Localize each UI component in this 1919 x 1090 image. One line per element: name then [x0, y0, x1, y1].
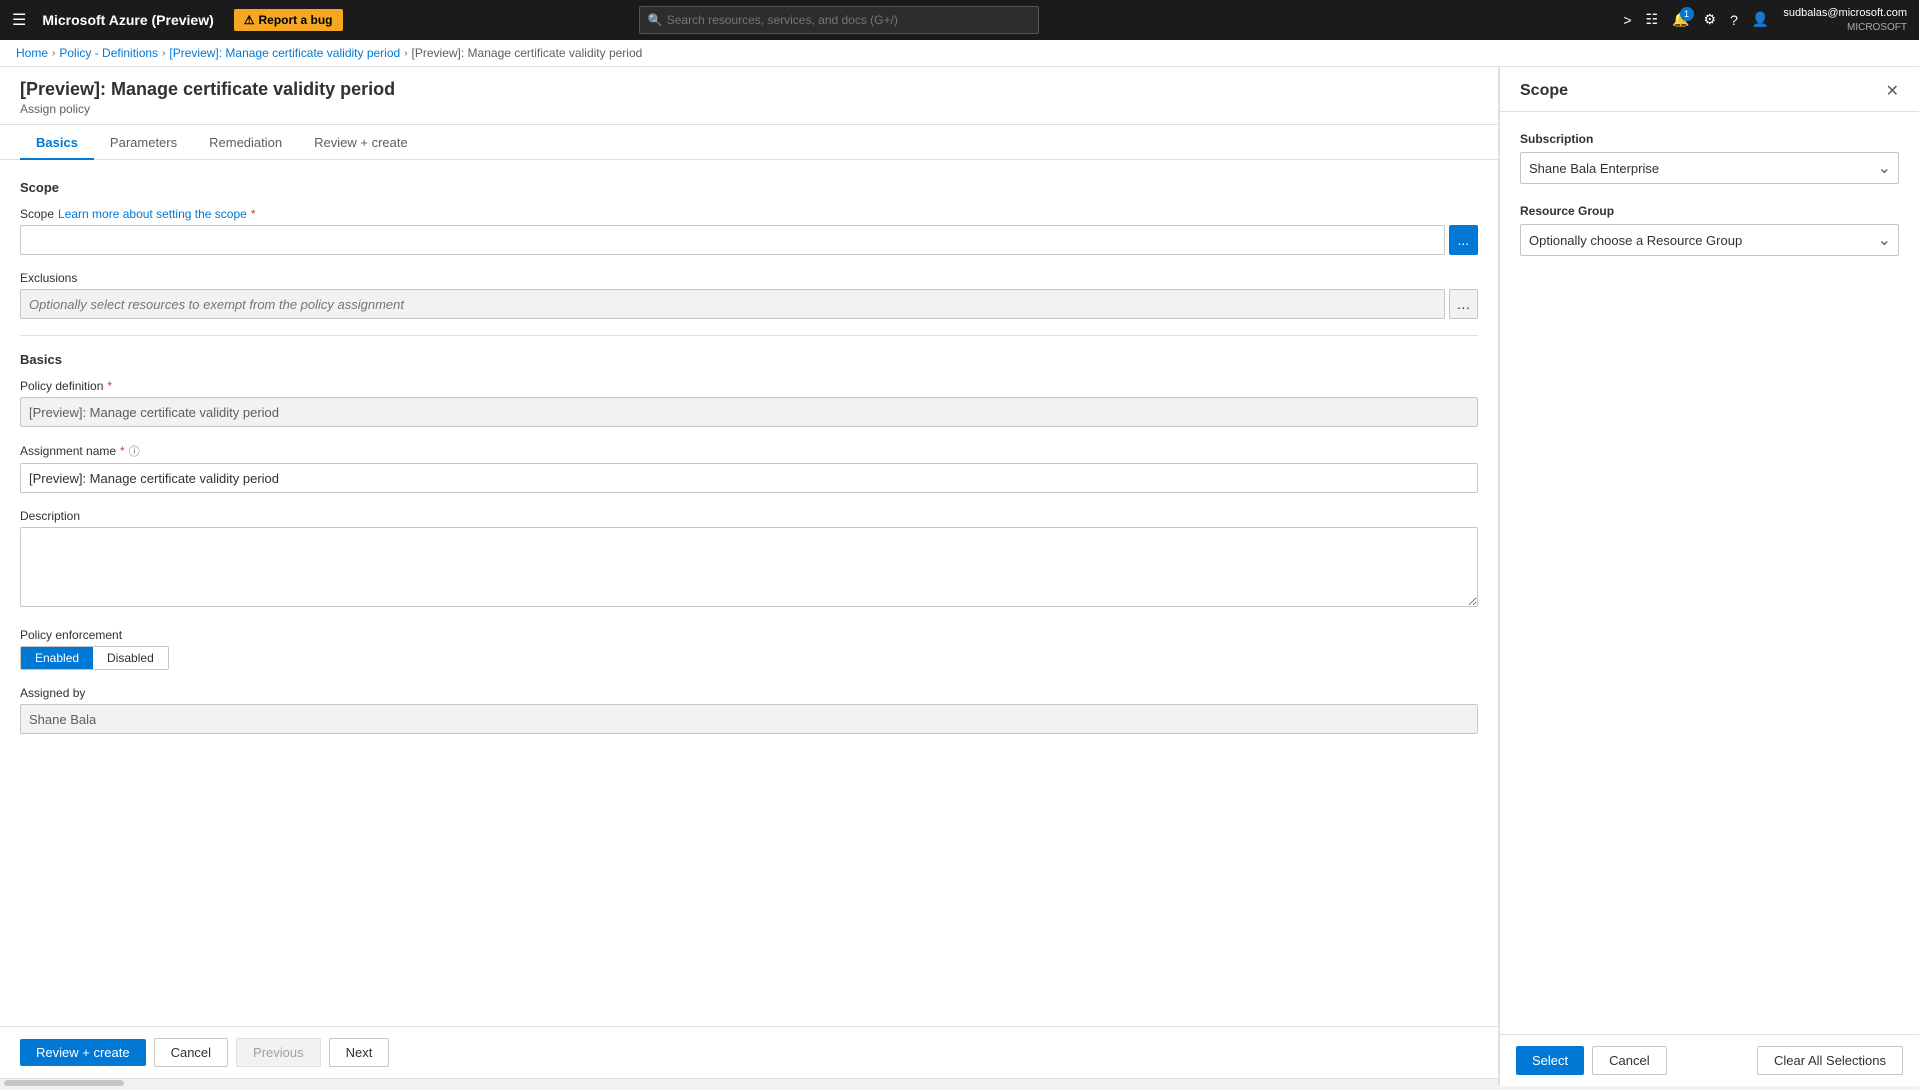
brand-name: Microsoft Azure (Preview) — [42, 12, 213, 28]
scope-form: Subscription Shane Bala Enterprise ⌄ Res… — [1500, 112, 1919, 1034]
left-panel: [Preview]: Manage certificate validity p… — [0, 67, 1499, 1086]
search-input[interactable] — [667, 13, 1030, 27]
breadcrumb-policy-definitions[interactable]: Policy - Definitions — [59, 46, 158, 60]
resource-group-select-wrapper: Optionally choose a Resource Group ⌄ — [1520, 224, 1899, 256]
settings-icon[interactable]: ⚙ — [1704, 11, 1717, 28]
scope-field-group: Scope Learn more about setting the scope… — [20, 207, 1478, 255]
user-company: MICROSOFT — [1783, 21, 1907, 34]
scope-select-button[interactable]: Select — [1516, 1046, 1584, 1075]
disabled-toggle[interactable]: Disabled — [93, 647, 168, 669]
subscription-field-group: Subscription Shane Bala Enterprise ⌄ — [1520, 132, 1899, 184]
scroll-thumb — [4, 1080, 124, 1086]
scope-required: * — [251, 207, 256, 221]
scope-close-button[interactable]: ✕ — [1886, 81, 1899, 101]
policy-definition-required: * — [107, 379, 112, 393]
basics-section-title: Basics — [20, 352, 1478, 367]
scope-bottom-bar: Select Cancel Clear All Selections — [1500, 1034, 1919, 1086]
cancel-button[interactable]: Cancel — [154, 1038, 228, 1067]
resource-group-field-group: Resource Group Optionally choose a Resou… — [1520, 204, 1899, 256]
description-field-group: Description — [20, 509, 1478, 612]
assignment-name-info-icon[interactable]: ⓘ — [129, 443, 140, 459]
main-layout: [Preview]: Manage certificate validity p… — [0, 67, 1919, 1086]
bug-icon: ⚠ — [244, 13, 255, 27]
terminal-icon[interactable]: > — [1623, 12, 1631, 28]
clear-all-button[interactable]: Clear All Selections — [1757, 1046, 1903, 1075]
policy-definition-input — [20, 397, 1478, 427]
enabled-toggle[interactable]: Enabled — [21, 647, 93, 669]
scope-section-title: Scope — [20, 180, 1478, 195]
exclusions-label: Exclusions — [20, 271, 1478, 285]
subscription-label: Subscription — [1520, 132, 1899, 146]
exclusions-input-row: … — [20, 289, 1478, 319]
portal-icon[interactable]: ☷ — [1646, 11, 1659, 28]
user-avatar-icon[interactable]: 👤 — [1752, 11, 1769, 28]
subscription-select-wrapper: Shane Bala Enterprise ⌄ — [1520, 152, 1899, 184]
scope-field-label: Scope Learn more about setting the scope… — [20, 207, 1478, 221]
scope-panel-title: Scope — [1520, 82, 1568, 100]
assigned-by-label: Assigned by — [20, 686, 1478, 700]
next-button[interactable]: Next — [329, 1038, 390, 1067]
page-header: [Preview]: Manage certificate validity p… — [0, 67, 1498, 125]
scope-actions: Select Cancel — [1516, 1046, 1667, 1075]
user-email: sudbalas@microsoft.com — [1783, 6, 1907, 20]
search-icon: 🔍 — [648, 13, 663, 27]
policy-enforcement-toggle: Enabled Disabled — [20, 646, 169, 670]
notification-icon[interactable]: 🔔 1 — [1672, 11, 1689, 28]
exclusions-browse-button[interactable]: … — [1449, 289, 1478, 319]
nav-icons: > ☷ 🔔 1 ⚙ ? 👤 sudbalas@microsoft.com MIC… — [1623, 6, 1907, 33]
assignment-name-field-group: Assignment name * ⓘ — [20, 443, 1478, 493]
assigned-by-field-group: Assigned by — [20, 686, 1478, 734]
assignment-name-required: * — [120, 444, 125, 458]
help-icon[interactable]: ? — [1730, 12, 1738, 28]
scope-learn-more-link[interactable]: Learn more about setting the scope — [58, 207, 247, 221]
breadcrumb: Home › Policy - Definitions › [Preview]:… — [0, 40, 1919, 67]
search-bar: 🔍 — [639, 6, 1039, 34]
policy-enforcement-label: Policy enforcement — [20, 628, 1478, 642]
assignment-name-label: Assignment name * ⓘ — [20, 443, 1478, 459]
tab-parameters[interactable]: Parameters — [94, 125, 193, 160]
assignment-name-input[interactable] — [20, 463, 1478, 493]
previous-button: Previous — [236, 1038, 321, 1067]
notification-badge: 1 — [1680, 7, 1694, 21]
page-subtitle: Assign policy — [20, 102, 1478, 116]
top-nav: ☰ Microsoft Azure (Preview) ⚠ Report a b… — [0, 0, 1919, 40]
scope-cancel-button[interactable]: Cancel — [1592, 1046, 1666, 1075]
scope-input-row: ... — [20, 225, 1478, 255]
description-input[interactable] — [20, 527, 1478, 607]
hamburger-icon[interactable]: ☰ — [12, 10, 26, 30]
policy-definition-field-group: Policy definition * — [20, 379, 1478, 427]
tab-basics[interactable]: Basics — [20, 125, 94, 160]
scope-panel: Scope ✕ Subscription Shane Bala Enterpri… — [1499, 67, 1919, 1086]
scope-browse-button[interactable]: ... — [1449, 225, 1478, 255]
resource-group-label: Resource Group — [1520, 204, 1899, 218]
tab-review-create[interactable]: Review + create — [298, 125, 424, 160]
breadcrumb-chevron-3: › — [404, 48, 407, 59]
scope-input[interactable] — [20, 225, 1445, 255]
breadcrumb-home[interactable]: Home — [16, 46, 48, 60]
subscription-select[interactable]: Shane Bala Enterprise — [1520, 152, 1899, 184]
tab-remediation[interactable]: Remediation — [193, 125, 298, 160]
form-divider-1 — [20, 335, 1478, 336]
policy-definition-label: Policy definition * — [20, 379, 1478, 393]
breadcrumb-current: [Preview]: Manage certificate validity p… — [412, 46, 643, 60]
tabs: Basics Parameters Remediation Review + c… — [0, 125, 1498, 160]
form-area: Scope Scope Learn more about setting the… — [0, 160, 1498, 1026]
resource-group-select[interactable]: Optionally choose a Resource Group — [1520, 224, 1899, 256]
horizontal-scrollbar[interactable] — [0, 1078, 1498, 1086]
page-title: [Preview]: Manage certificate validity p… — [20, 79, 1478, 100]
user-info: sudbalas@microsoft.com MICROSOFT — [1783, 6, 1907, 33]
description-label: Description — [20, 509, 1478, 523]
breadcrumb-chevron-1: › — [52, 48, 55, 59]
report-bug-button[interactable]: ⚠ Report a bug — [234, 9, 343, 31]
policy-enforcement-field-group: Policy enforcement Enabled Disabled — [20, 628, 1478, 670]
assigned-by-input — [20, 704, 1478, 734]
scope-panel-header: Scope ✕ — [1500, 67, 1919, 112]
exclusions-input[interactable] — [20, 289, 1445, 319]
breadcrumb-chevron-2: › — [162, 48, 165, 59]
breadcrumb-preview-manage[interactable]: [Preview]: Manage certificate validity p… — [169, 46, 400, 60]
exclusions-field-group: Exclusions … — [20, 271, 1478, 319]
left-bottom-bar: Review + create Cancel Previous Next — [0, 1026, 1498, 1078]
review-create-button[interactable]: Review + create — [20, 1039, 146, 1066]
